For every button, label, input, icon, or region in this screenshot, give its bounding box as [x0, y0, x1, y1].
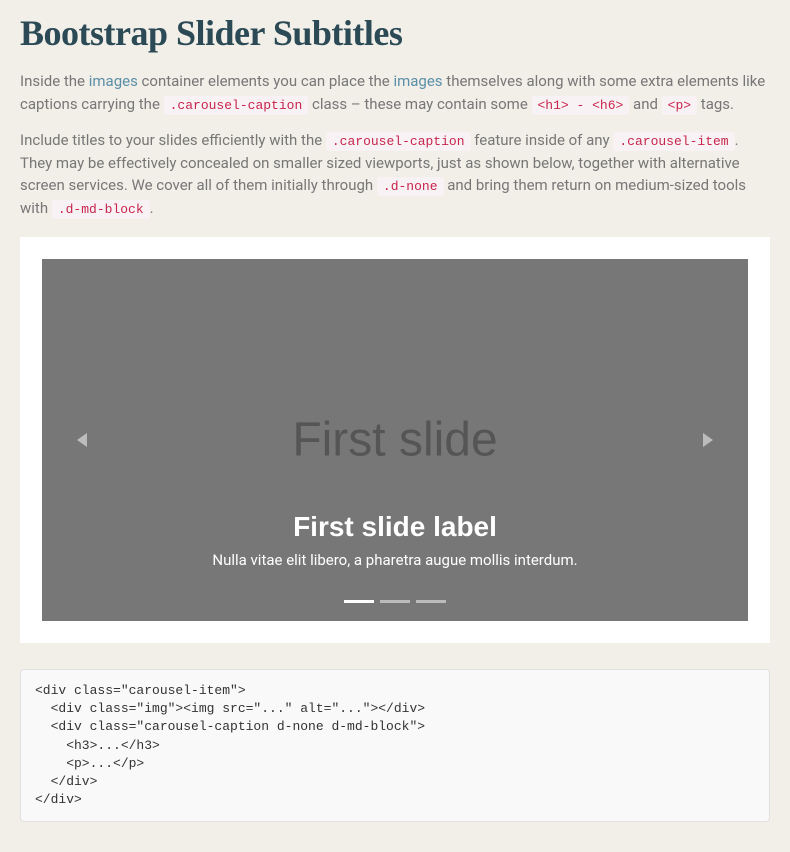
- carousel-caption: First slide label Nulla vitae elit liber…: [148, 511, 642, 569]
- carousel-prev-button[interactable]: [42, 259, 122, 621]
- code-snippet: .d-md-block: [52, 200, 150, 219]
- intro-paragraph-2: Include titles to your slides efficientl…: [20, 129, 770, 219]
- page-title: Bootstrap Slider Subtitles: [20, 12, 770, 54]
- chevron-right-icon: [703, 433, 713, 447]
- code-snippet: .carousel-item: [613, 132, 734, 151]
- text: feature inside of any: [471, 131, 614, 149]
- indicator-2[interactable]: [380, 600, 410, 603]
- carousel-next-button[interactable]: [668, 259, 748, 621]
- text: container elements you can place the: [138, 72, 394, 90]
- code-snippet: .d-none: [377, 177, 444, 196]
- text: Inside the: [20, 72, 89, 90]
- code-snippet: .carousel-caption: [326, 132, 471, 151]
- indicator-3[interactable]: [416, 600, 446, 603]
- code-example: <div class="carousel-item"> <div class="…: [20, 669, 770, 822]
- code-snippet: .carousel-caption: [164, 96, 309, 115]
- code-snippet: <h1> - <h6>: [532, 96, 630, 115]
- text: Include titles to your slides efficientl…: [20, 131, 326, 149]
- text: and: [629, 95, 661, 113]
- text: .: [150, 199, 154, 217]
- example-panel: First slide First slide label Nulla vita…: [20, 237, 770, 643]
- carousel: First slide First slide label Nulla vita…: [42, 259, 748, 621]
- code-snippet: <p>: [662, 96, 697, 115]
- chevron-left-icon: [77, 433, 87, 447]
- images-link[interactable]: images: [89, 72, 138, 90]
- caption-text: Nulla vitae elit libero, a pharetra augu…: [148, 551, 642, 569]
- text: class – these may contain some: [308, 95, 531, 113]
- caption-title: First slide label: [148, 511, 642, 543]
- intro-paragraph-1: Inside the images container elements you…: [20, 70, 770, 115]
- images-link[interactable]: images: [393, 72, 442, 90]
- indicator-1[interactable]: [344, 600, 374, 603]
- text: tags.: [697, 95, 734, 113]
- carousel-indicators: [42, 600, 748, 603]
- slide-placeholder-text: First slide: [292, 413, 497, 468]
